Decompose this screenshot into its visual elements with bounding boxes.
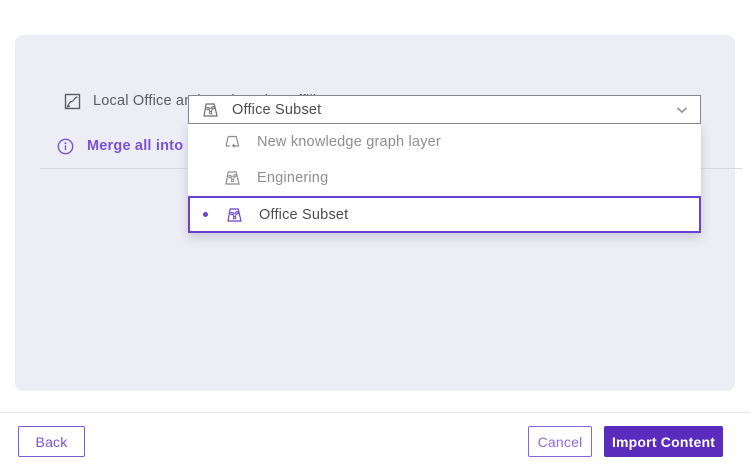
- merge-target-menu: New knowledge graph layer Enginering: [188, 124, 701, 233]
- selected-merge-target: Office Subset: [232, 102, 663, 118]
- info-icon: [57, 138, 74, 155]
- merge-target-select[interactable]: Office Subset: [188, 95, 701, 124]
- layer-icon: [64, 93, 81, 110]
- import-content-button[interactable]: Import Content: [604, 426, 723, 457]
- merge-all-into-label: Merge all into: [87, 138, 183, 154]
- cancel-button[interactable]: Cancel: [528, 426, 592, 457]
- knowledge-graph-layer-icon: [202, 102, 219, 118]
- chevron-down-icon: [676, 106, 688, 114]
- import-content-dialog: Local Office and Engineering Affiliates …: [0, 0, 751, 470]
- back-button[interactable]: Back: [18, 426, 85, 457]
- menu-option-label: Office Subset: [259, 207, 348, 223]
- knowledge-graph-layer-icon: [226, 207, 243, 223]
- knowledge-graph-layer-icon: [224, 170, 241, 186]
- menu-option-enginering[interactable]: Enginering: [188, 160, 701, 196]
- selected-option-bullet: [203, 212, 208, 217]
- merge-row: Merge all into: [57, 135, 183, 157]
- menu-option-label: New knowledge graph layer: [257, 134, 441, 150]
- menu-option-new-knowledge-graph-layer[interactable]: New knowledge graph layer: [188, 124, 701, 160]
- menu-option-office-subset[interactable]: Office Subset: [188, 196, 701, 233]
- menu-option-label: Enginering: [257, 170, 328, 186]
- footer-divider: [0, 412, 751, 413]
- new-knowledge-graph-layer-icon: [224, 134, 241, 151]
